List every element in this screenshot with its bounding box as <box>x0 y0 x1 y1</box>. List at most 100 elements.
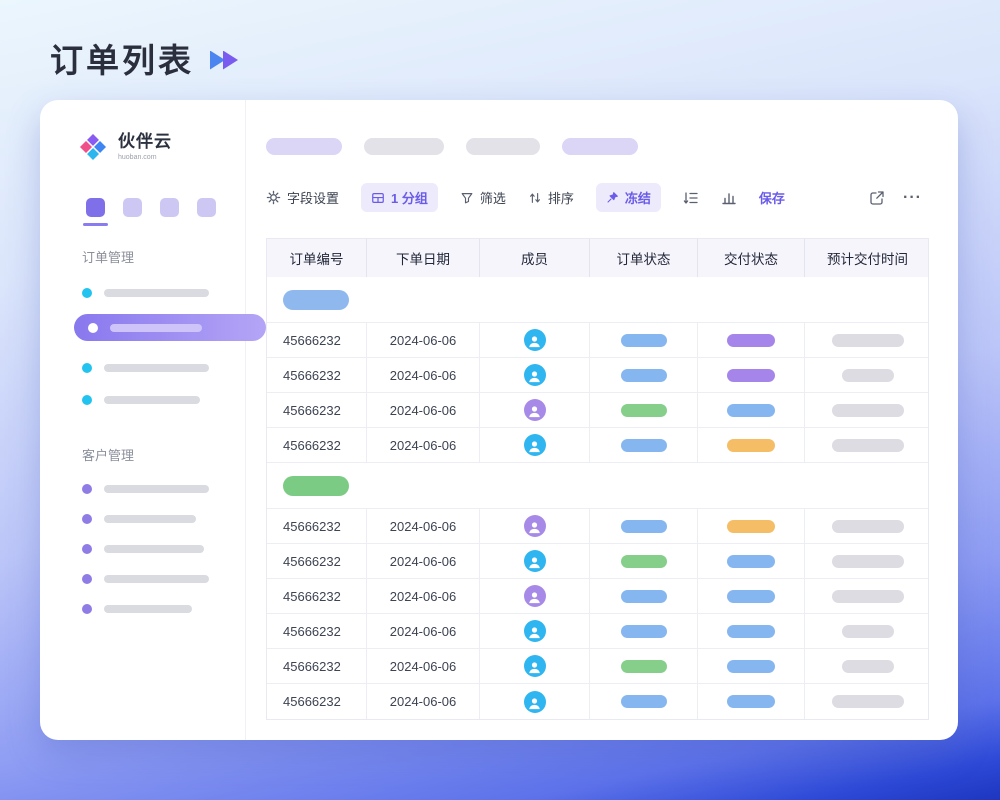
more-button[interactable]: ··· <box>903 189 922 207</box>
table-row[interactable]: 45666232 2024-06-06 <box>267 428 928 463</box>
cell-order-no[interactable]: 45666232 <box>267 684 367 719</box>
table-row[interactable]: 45666232 2024-06-06 <box>267 684 928 719</box>
cell-eta[interactable] <box>805 428 930 462</box>
cell-order-no[interactable]: 45666232 <box>267 544 367 578</box>
cell-delivery-status[interactable] <box>698 544 805 578</box>
column-header[interactable]: 成员 <box>480 239 590 277</box>
column-header[interactable]: 订单编号 <box>267 239 367 277</box>
filter-button[interactable]: 筛选 <box>460 188 506 207</box>
cell-delivery-status[interactable] <box>698 614 805 648</box>
table-row[interactable]: 45666232 2024-06-06 <box>267 358 928 393</box>
workspace-tab[interactable] <box>197 198 216 217</box>
cell-eta[interactable] <box>805 579 930 613</box>
cell-member[interactable] <box>480 393 590 427</box>
cell-order-status[interactable] <box>590 323 698 357</box>
workspace-tab-active[interactable] <box>86 198 105 217</box>
column-header[interactable]: 下单日期 <box>367 239 480 277</box>
cell-member[interactable] <box>480 509 590 543</box>
table-row[interactable]: 45666232 2024-06-06 <box>267 323 928 358</box>
sidebar-item[interactable] <box>82 514 245 524</box>
cell-member[interactable] <box>480 649 590 683</box>
column-header[interactable]: 交付状态 <box>698 239 805 277</box>
table-row[interactable]: 45666232 2024-06-06 <box>267 393 928 428</box>
cell-eta[interactable] <box>805 544 930 578</box>
sidebar-item[interactable] <box>82 484 245 494</box>
cell-order-no[interactable]: 45666232 <box>267 649 367 683</box>
cell-order-status[interactable] <box>590 358 698 392</box>
cell-order-no[interactable]: 45666232 <box>267 428 367 462</box>
freeze-button[interactable]: 冻结 <box>596 183 661 212</box>
cell-order-date[interactable]: 2024-06-06 <box>367 323 480 357</box>
cell-order-status[interactable] <box>590 393 698 427</box>
cell-order-no[interactable]: 45666232 <box>267 358 367 392</box>
cell-order-date[interactable]: 2024-06-06 <box>367 393 480 427</box>
cell-member[interactable] <box>480 579 590 613</box>
cell-member[interactable] <box>480 684 590 719</box>
cell-order-date[interactable]: 2024-06-06 <box>367 358 480 392</box>
cell-delivery-status[interactable] <box>698 323 805 357</box>
cell-member[interactable] <box>480 358 590 392</box>
table-row[interactable]: 45666232 2024-06-06 <box>267 614 928 649</box>
cell-member[interactable] <box>480 323 590 357</box>
cell-order-status[interactable] <box>590 579 698 613</box>
column-header[interactable]: 订单状态 <box>590 239 698 277</box>
table-row[interactable]: 45666232 2024-06-06 <box>267 509 928 544</box>
field-settings-button[interactable]: 字段设置 <box>266 188 339 207</box>
cell-order-status[interactable] <box>590 544 698 578</box>
cell-order-no[interactable]: 45666232 <box>267 579 367 613</box>
cell-eta[interactable] <box>805 684 930 719</box>
cell-order-no[interactable]: 45666232 <box>267 509 367 543</box>
cell-order-date[interactable]: 2024-06-06 <box>367 649 480 683</box>
cell-eta[interactable] <box>805 323 930 357</box>
table-row[interactable]: 45666232 2024-06-06 <box>267 649 928 684</box>
cell-eta[interactable] <box>805 358 930 392</box>
cell-order-date[interactable]: 2024-06-06 <box>367 614 480 648</box>
group-header-row[interactable] <box>267 463 928 509</box>
cell-order-no[interactable]: 45666232 <box>267 614 367 648</box>
cell-order-date[interactable]: 2024-06-06 <box>367 428 480 462</box>
sidebar-item[interactable] <box>82 395 245 405</box>
group-button[interactable]: 1 分组 <box>361 183 438 212</box>
cell-eta[interactable] <box>805 614 930 648</box>
cell-order-date[interactable]: 2024-06-06 <box>367 509 480 543</box>
share-edit-icon[interactable] <box>869 190 885 206</box>
sidebar-item[interactable] <box>82 288 245 298</box>
table-row[interactable]: 45666232 2024-06-06 <box>267 579 928 614</box>
cell-delivery-status[interactable] <box>698 684 805 719</box>
cell-delivery-status[interactable] <box>698 509 805 543</box>
sort-button[interactable]: 排序 <box>528 188 574 207</box>
cell-eta[interactable] <box>805 509 930 543</box>
sidebar-item[interactable] <box>82 363 245 373</box>
cell-order-date[interactable]: 2024-06-06 <box>367 684 480 719</box>
cell-order-status[interactable] <box>590 649 698 683</box>
chart-icon[interactable] <box>721 190 737 206</box>
cell-order-status[interactable] <box>590 428 698 462</box>
column-header[interactable]: 预计交付时间 <box>805 239 930 277</box>
brand-logo[interactable]: 伙伴云 huoban.com <box>78 132 245 162</box>
cell-delivery-status[interactable] <box>698 579 805 613</box>
cell-order-status[interactable] <box>590 684 698 719</box>
cell-order-no[interactable]: 45666232 <box>267 393 367 427</box>
row-height-icon[interactable] <box>683 190 699 206</box>
cell-member[interactable] <box>480 614 590 648</box>
sidebar-item-active[interactable] <box>74 314 266 341</box>
cell-delivery-status[interactable] <box>698 393 805 427</box>
cell-eta[interactable] <box>805 649 930 683</box>
cell-order-no[interactable]: 45666232 <box>267 323 367 357</box>
sidebar-item[interactable] <box>82 544 245 554</box>
workspace-tab[interactable] <box>160 198 179 217</box>
cell-order-date[interactable]: 2024-06-06 <box>367 544 480 578</box>
cell-eta[interactable] <box>805 393 930 427</box>
cell-order-status[interactable] <box>590 509 698 543</box>
cell-delivery-status[interactable] <box>698 649 805 683</box>
sidebar-item[interactable] <box>82 604 245 614</box>
workspace-tab[interactable] <box>123 198 142 217</box>
cell-order-date[interactable]: 2024-06-06 <box>367 579 480 613</box>
cell-order-status[interactable] <box>590 614 698 648</box>
table-row[interactable]: 45666232 2024-06-06 <box>267 544 928 579</box>
cell-delivery-status[interactable] <box>698 358 805 392</box>
group-header-row[interactable] <box>267 277 928 323</box>
cell-delivery-status[interactable] <box>698 428 805 462</box>
cell-member[interactable] <box>480 428 590 462</box>
sidebar-item[interactable] <box>82 574 245 584</box>
